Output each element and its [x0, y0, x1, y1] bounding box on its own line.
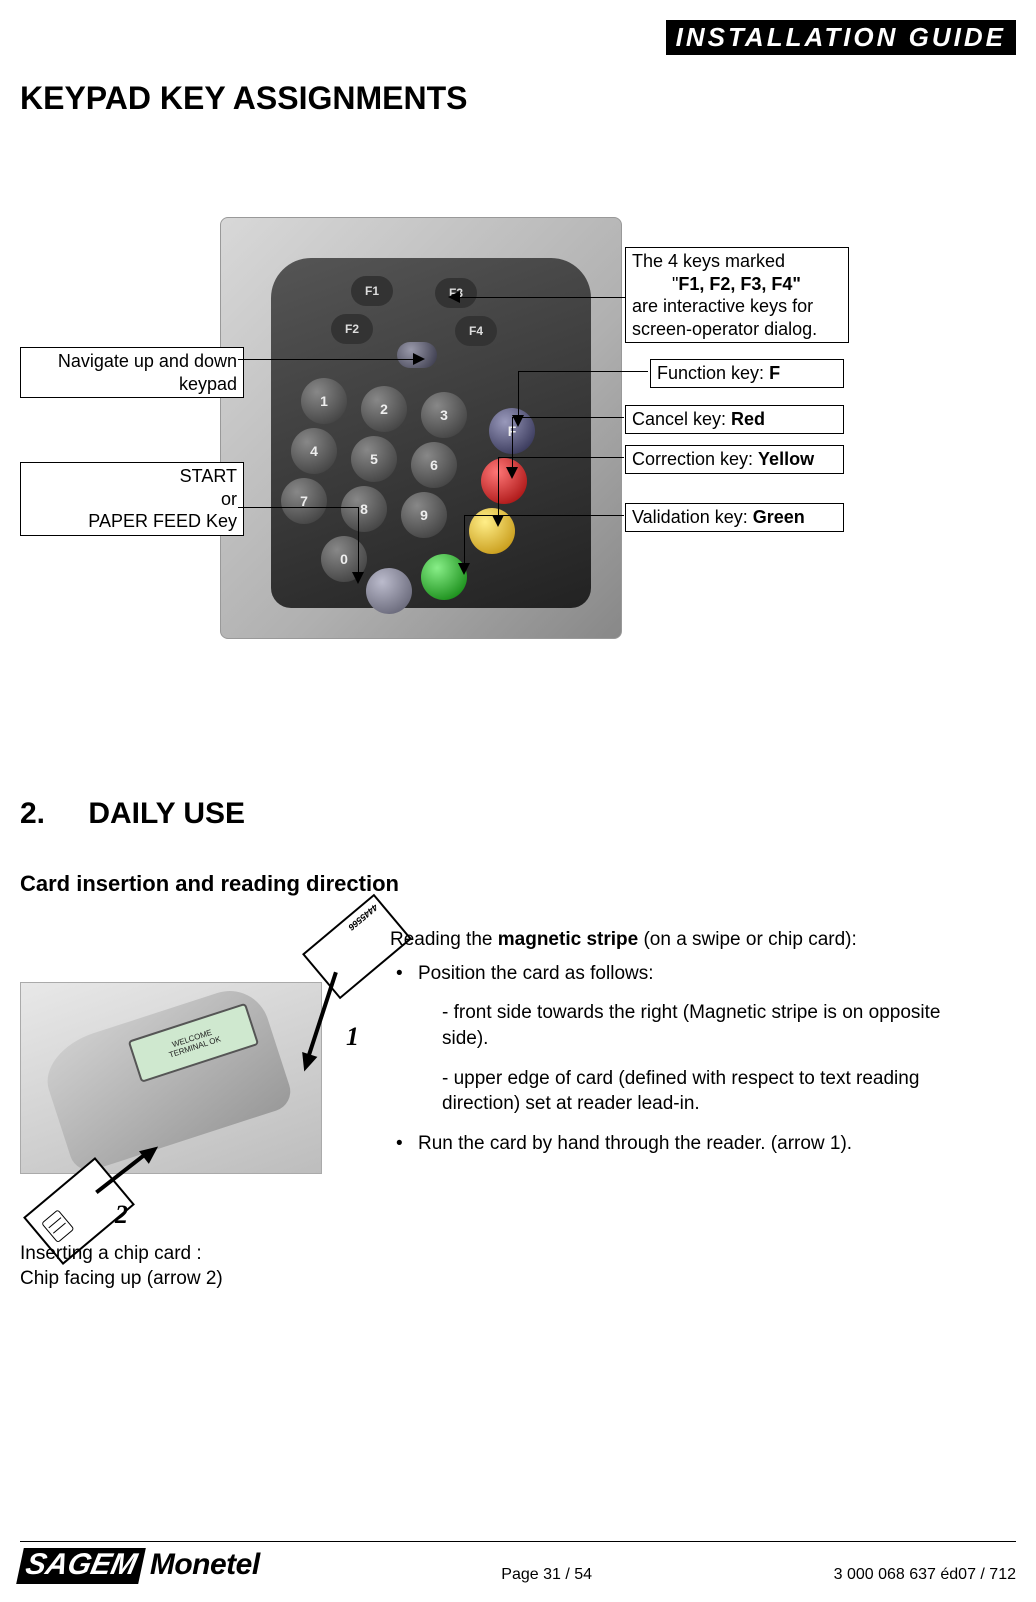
fkeys-l3: are interactive keys for [632, 295, 842, 318]
arrowhead-icon [413, 353, 425, 365]
footer-page: Page 31 / 54 [501, 1566, 592, 1584]
callout-function-key: Function key: F [650, 359, 844, 388]
leader-line [358, 507, 359, 572]
key-f4: F4 [455, 316, 497, 346]
chip-caption-l2: Chip facing up (arrow 2) [20, 1267, 223, 1292]
leader-line [518, 371, 519, 415]
leader-line [238, 507, 358, 508]
chip-caption: Inserting a chip card : Chip facing up (… [20, 1242, 223, 1291]
keypad-photo: F1 F3 F2 F4 1 2 3 4 5 6 7 8 9 0 F [220, 217, 622, 639]
callout-navigate-l1: Navigate up and down [27, 350, 237, 373]
fkeys-l4: screen-operator dialog. [632, 318, 842, 341]
bullet-run-card: Run the card by hand through the reader.… [418, 1131, 976, 1157]
leader-line [238, 359, 413, 360]
keypad-body: F1 F3 F2 F4 1 2 3 4 5 6 7 8 9 0 F [271, 258, 591, 608]
instr-front-side: - front side towards the right (Magnetic… [390, 1000, 976, 1051]
callout-start-l1: START [27, 465, 237, 488]
callout-validation-key: Validation key: Green [625, 503, 844, 532]
card-section: WELCOME TERMINAL OK 4445566 1 2 Reading … [20, 922, 1016, 1282]
key-start-paperfeed [366, 568, 412, 614]
terminal-body: WELCOME TERMINAL OK [37, 981, 296, 1176]
callout-cancel-key: Cancel key: Red [625, 405, 844, 434]
section-2-title: DAILY USE [88, 797, 245, 830]
leader-line [498, 457, 624, 458]
keypad-diagram: F1 F3 F2 F4 1 2 3 4 5 6 7 8 9 0 F [20, 217, 1016, 657]
section-2-heading: 2. DAILY USE [20, 797, 1016, 831]
section-2-number: 2. [20, 797, 80, 831]
callout-start-l2: or [27, 488, 237, 511]
callout-navigate: Navigate up and down keypad [20, 347, 244, 398]
swipe-card-number: 4445566 [310, 902, 379, 962]
footer: SAGEM Monetel Page 31 / 54 3 000 068 637… [20, 1541, 1016, 1584]
chip-icon [41, 1209, 75, 1243]
key-cancel-red [481, 458, 527, 504]
page: INSTALLATION GUIDE KEYPAD KEY ASSIGNMENT… [0, 0, 1036, 1602]
bullet-position-card: Position the card as follows: [418, 961, 976, 987]
key-validation-green [421, 554, 467, 600]
callout-start: START or PAPER FEED Key [20, 462, 244, 536]
chip-caption-l1: Inserting a chip card : [20, 1242, 223, 1267]
arrowhead-icon [492, 515, 504, 527]
footer-doc: 3 000 068 637 éd07 / 712 [834, 1566, 1016, 1584]
leader-line [512, 417, 513, 467]
logo-monetel: Monetel [150, 1548, 260, 1581]
instr-upper-edge: - upper edge of card (defined with respe… [390, 1066, 976, 1117]
arrowhead-icon [506, 467, 518, 479]
logo: SAGEM Monetel [20, 1548, 260, 1584]
arrowhead-icon [352, 572, 364, 584]
leader-line [464, 515, 624, 516]
leader-line [498, 457, 499, 515]
marker-2: 2 [115, 1200, 128, 1230]
intro-line: Reading the magnetic stripe (on a swipe … [390, 927, 976, 953]
marker-1: 1 [346, 1022, 359, 1052]
section-2-subhead: Card insertion and reading direction [20, 871, 1016, 897]
callout-navigate-l2: keypad [27, 373, 237, 396]
leader-line [464, 515, 465, 563]
arrowhead-icon [458, 563, 470, 575]
callout-correction-key: Correction key: Yellow [625, 445, 844, 474]
fkeys-l1: The 4 keys marked [632, 250, 842, 273]
header-title: INSTALLATION GUIDE [666, 20, 1016, 55]
leader-line [512, 417, 624, 418]
leader-line [460, 297, 625, 298]
callout-start-l3: PAPER FEED Key [27, 510, 237, 533]
arrowhead-icon [448, 291, 460, 303]
terminal-screen: WELCOME TERMINAL OK [128, 1003, 260, 1083]
key-f1: F1 [351, 276, 393, 306]
card-instructions: Reading the magnetic stripe (on a swipe … [390, 927, 976, 1164]
logo-sagem: SAGEM [16, 1548, 146, 1584]
leader-line [518, 371, 648, 372]
fkeys-l2: "F1, F2, F3, F4" [632, 273, 842, 296]
terminal-photo: WELCOME TERMINAL OK [20, 982, 322, 1174]
section-keypad-title: KEYPAD KEY ASSIGNMENTS [20, 80, 1016, 117]
callout-fkeys-box: The 4 keys marked "F1, F2, F3, F4" are i… [625, 247, 849, 343]
key-f2: F2 [331, 314, 373, 344]
